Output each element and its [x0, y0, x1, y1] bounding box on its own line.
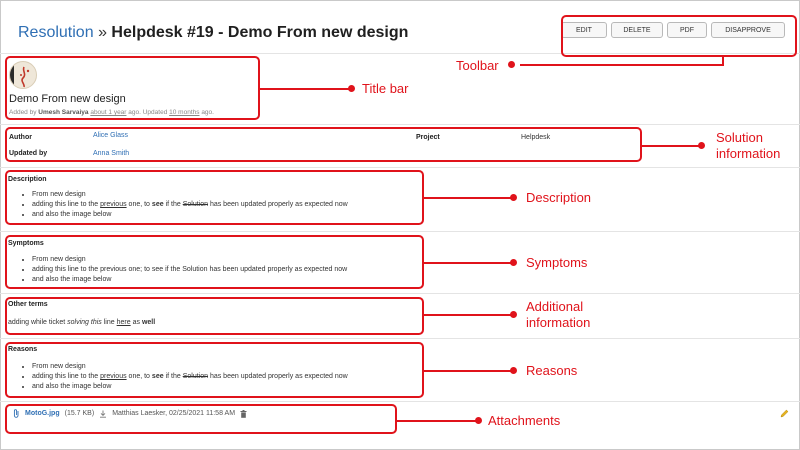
solution-info-connector	[642, 145, 702, 147]
toolbar-connector	[520, 64, 724, 66]
solution-info-pointer-dot	[698, 142, 705, 149]
solution-info-highlight	[5, 127, 642, 162]
title-bar-annotation: Title bar	[362, 81, 409, 96]
description-connector	[424, 197, 514, 199]
additional-info-annotation-line2: information	[526, 315, 591, 330]
attachments-annotation: Attachments	[488, 413, 561, 428]
reasons-highlight	[5, 342, 424, 398]
breadcrumb-resolution[interactable]: Resolution	[18, 24, 94, 41]
divider	[0, 167, 800, 168]
additional-info-connector	[424, 314, 514, 316]
divider	[0, 124, 800, 125]
attachments-pointer-dot	[475, 417, 482, 424]
solution-info-annotation-line2: information	[716, 146, 781, 161]
toolbar-connector-vertical	[722, 56, 724, 66]
toolbar-pointer-dot	[508, 61, 515, 68]
divider	[0, 401, 800, 402]
toolbar-highlight	[561, 15, 797, 57]
description-highlight	[5, 170, 424, 225]
symptoms-pointer-dot	[510, 259, 517, 266]
breadcrumb-separator: »	[98, 24, 107, 41]
other-terms-highlight	[5, 297, 424, 335]
title-bar-connector	[260, 88, 352, 90]
symptoms-highlight	[5, 235, 424, 289]
attachments-highlight	[5, 404, 397, 434]
additional-info-annotation-line1: Additional	[526, 299, 584, 314]
title-bar-highlight	[5, 56, 260, 120]
page-title: Resolution » Helpdesk #19 - Demo From ne…	[18, 24, 408, 42]
reasons-connector	[424, 370, 514, 372]
divider	[0, 338, 800, 339]
attachments-connector	[397, 420, 479, 422]
toolbar-annotation: Toolbar	[456, 58, 499, 73]
divider	[0, 231, 800, 232]
title-bar-pointer-dot	[348, 85, 355, 92]
description-annotation: Description	[526, 190, 592, 205]
reasons-pointer-dot	[510, 367, 517, 374]
reasons-annotation: Reasons	[526, 363, 578, 378]
pencil-icon[interactable]	[780, 409, 789, 418]
symptoms-connector	[424, 262, 514, 264]
description-pointer-dot	[510, 194, 517, 201]
divider	[0, 293, 800, 294]
page-title-text: Helpdesk #19 - Demo From new design	[111, 24, 409, 41]
solution-info-annotation-line1: Solution	[716, 130, 763, 145]
symptoms-annotation: Symptoms	[526, 255, 588, 270]
additional-info-pointer-dot	[510, 311, 517, 318]
